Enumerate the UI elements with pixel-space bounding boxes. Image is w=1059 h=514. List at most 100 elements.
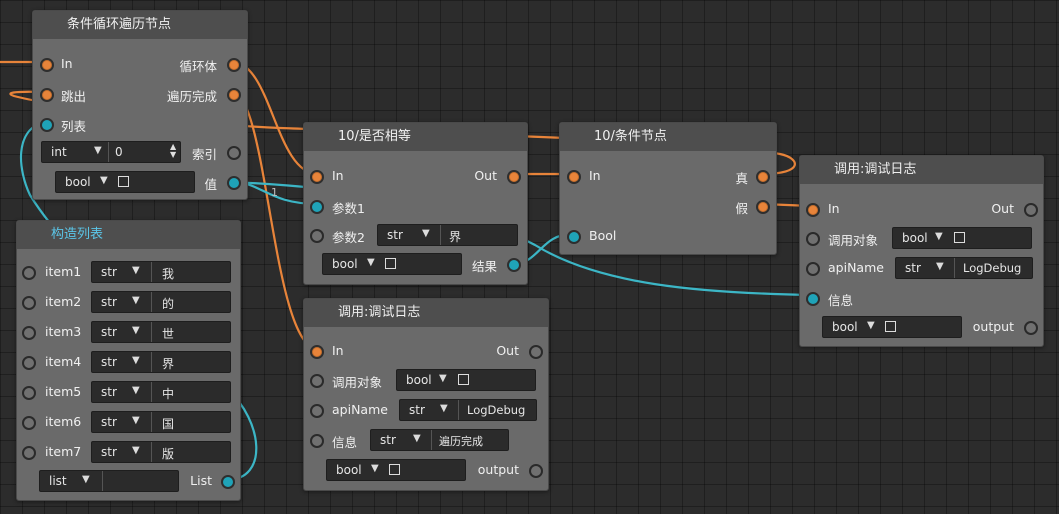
loga-msg-pin[interactable] [806, 292, 820, 306]
equal-in-exec-pin[interactable] [310, 170, 324, 184]
item7-pin[interactable] [22, 446, 36, 460]
chevron-down-icon: ▼ [936, 261, 944, 272]
item7-field[interactable]: str ▼ 版 [91, 441, 231, 463]
chevron-down-icon: ▼ [867, 320, 875, 331]
spinner-icon[interactable]: ▲ ▼ [170, 143, 176, 159]
build-list-node[interactable]: 构造列表 item1 str ▼ 我 item2 str ▼ 的 item3 s… [16, 220, 241, 501]
item5-pin[interactable] [22, 386, 36, 400]
list-type-text: list [49, 474, 67, 488]
loga-target-field[interactable]: bool ▼ [892, 227, 1032, 249]
equal-result-type-text: bool [332, 257, 358, 271]
log-node-right-title[interactable]: 调用:调试日志 [800, 156, 1043, 184]
loop-value-checkbox[interactable] [118, 176, 129, 187]
chevron-down-icon: ▼ [132, 295, 140, 306]
equal-param2-pin[interactable] [310, 229, 324, 243]
logb-api-pin[interactable] [310, 404, 324, 418]
logb-api-value: LogDebug [467, 403, 526, 417]
loop-in-exec-pin[interactable] [40, 58, 54, 72]
cond-false-exec-pin[interactable] [756, 200, 770, 214]
loop-list-data-pin[interactable] [40, 118, 54, 132]
cond-bool-label: Bool [589, 228, 617, 243]
loga-target-pin[interactable] [806, 232, 820, 246]
item3-value: 世 [162, 327, 175, 341]
logb-in-exec-pin[interactable] [310, 345, 324, 359]
equal-out-exec-pin[interactable] [507, 170, 521, 184]
logb-output-pin[interactable] [529, 464, 543, 478]
chevron-down-icon: ▼ [132, 415, 140, 426]
logb-out-label: Out [496, 343, 519, 358]
loop-break-exec-pin[interactable] [40, 88, 54, 102]
logb-target-label: 调用对象 [332, 375, 383, 390]
logb-output-type-text: bool [336, 463, 362, 477]
loop-node[interactable]: 条件循环遍历节点 In 循环体 跳出 遍历完成 列表 int ▼ 0 ▲ ▼ 索引… [32, 10, 248, 200]
logb-out-exec-pin[interactable] [529, 345, 543, 359]
loop-node-title[interactable]: 条件循环遍历节点 [33, 11, 247, 39]
loga-output-type-select[interactable]: bool ▼ [822, 316, 962, 338]
loga-api-field[interactable]: str ▼ LogDebug [895, 257, 1033, 279]
cond-bool-data-pin[interactable] [567, 230, 581, 244]
equal-node-title[interactable]: 10/是否相等 [304, 123, 527, 151]
build-list-title[interactable]: 构造列表 [17, 221, 240, 249]
logb-output-type-select[interactable]: bool ▼ [326, 459, 466, 481]
equal-node[interactable]: 10/是否相等 In Out 参数1 参数2 str ▼ 界 bool ▼ 结果 [303, 122, 528, 285]
loop-done-exec-pin[interactable] [227, 88, 241, 102]
chevron-down-icon: ▼ [413, 433, 421, 444]
loga-output-checkbox[interactable] [885, 321, 896, 332]
equal-result-checkbox[interactable] [385, 258, 396, 269]
item1-pin[interactable] [22, 266, 36, 280]
wire-label-1: 1 [271, 186, 278, 199]
loop-value-data-pin[interactable] [227, 176, 241, 190]
equal-param1-label: 参数1 [332, 201, 365, 216]
item1-field[interactable]: str ▼ 我 [91, 261, 231, 283]
item5-field[interactable]: str ▼ 中 [91, 381, 231, 403]
item3-pin[interactable] [22, 326, 36, 340]
loop-value-type-text: bool [65, 175, 91, 189]
item2-field[interactable]: str ▼ 的 [91, 291, 231, 313]
list-type-select[interactable]: list ▼ [39, 470, 179, 492]
logb-target-pin[interactable] [310, 374, 324, 388]
equal-result-data-pin[interactable] [507, 258, 521, 272]
logb-msg-pin[interactable] [310, 434, 324, 448]
item4-field[interactable]: str ▼ 界 [91, 351, 231, 373]
log-node-bottom-title[interactable]: 调用:调试日志 [304, 299, 548, 327]
condition-node[interactable]: 10/条件节点 In 真 假 Bool [559, 122, 777, 255]
list-out-data-pin[interactable] [221, 475, 235, 489]
loop-index-type-select[interactable]: int ▼ 0 ▲ ▼ [41, 141, 181, 163]
equal-result-type-select[interactable]: bool ▼ [322, 253, 462, 275]
item6-field[interactable]: str ▼ 国 [91, 411, 231, 433]
loga-target-checkbox[interactable] [954, 232, 965, 243]
logb-output-checkbox[interactable] [389, 464, 400, 475]
item4-pin[interactable] [22, 356, 36, 370]
cond-in-exec-pin[interactable] [567, 170, 581, 184]
loga-in-exec-pin[interactable] [806, 203, 820, 217]
item6-pin[interactable] [22, 416, 36, 430]
chevron-down-icon: ▼ [422, 228, 430, 239]
loga-api-type: str [905, 261, 921, 275]
condition-node-title[interactable]: 10/条件节点 [560, 123, 776, 151]
log-node-bottom[interactable]: 调用:调试日志 In Out 调用对象 bool ▼ apiName str ▼… [303, 298, 549, 491]
loga-out-exec-pin[interactable] [1024, 203, 1038, 217]
logb-api-field[interactable]: str ▼ LogDebug [399, 399, 537, 421]
loop-list-label: 列表 [61, 119, 87, 134]
chevron-down-icon: ▼ [100, 175, 108, 186]
chevron-down-icon: ▼ [367, 257, 375, 268]
loga-api-pin[interactable] [806, 262, 820, 276]
equal-out-label: Out [474, 168, 497, 183]
loga-api-label: apiName [828, 260, 884, 275]
equal-param2-field[interactable]: str ▼ 界 [377, 224, 518, 246]
logb-api-type: str [409, 403, 425, 417]
loga-output-pin[interactable] [1024, 321, 1038, 335]
loga-in-label: In [828, 201, 840, 216]
equal-param1-pin[interactable] [310, 200, 324, 214]
log-node-right[interactable]: 调用:调试日志 In Out 调用对象 bool ▼ apiName str ▼… [799, 155, 1044, 347]
item2-pin[interactable] [22, 296, 36, 310]
logb-msg-field[interactable]: str ▼ 遍历完成 [370, 429, 509, 451]
item3-field[interactable]: str ▼ 世 [91, 321, 231, 343]
loop-index-data-pin[interactable] [227, 146, 241, 160]
cond-true-exec-pin[interactable] [756, 170, 770, 184]
loop-body-exec-pin[interactable] [227, 58, 241, 72]
loop-value-type-select[interactable]: bool ▼ [55, 171, 195, 193]
loop-done-label: 遍历完成 [166, 89, 217, 104]
logb-target-field[interactable]: bool ▼ [396, 369, 536, 391]
logb-target-checkbox[interactable] [458, 374, 469, 385]
